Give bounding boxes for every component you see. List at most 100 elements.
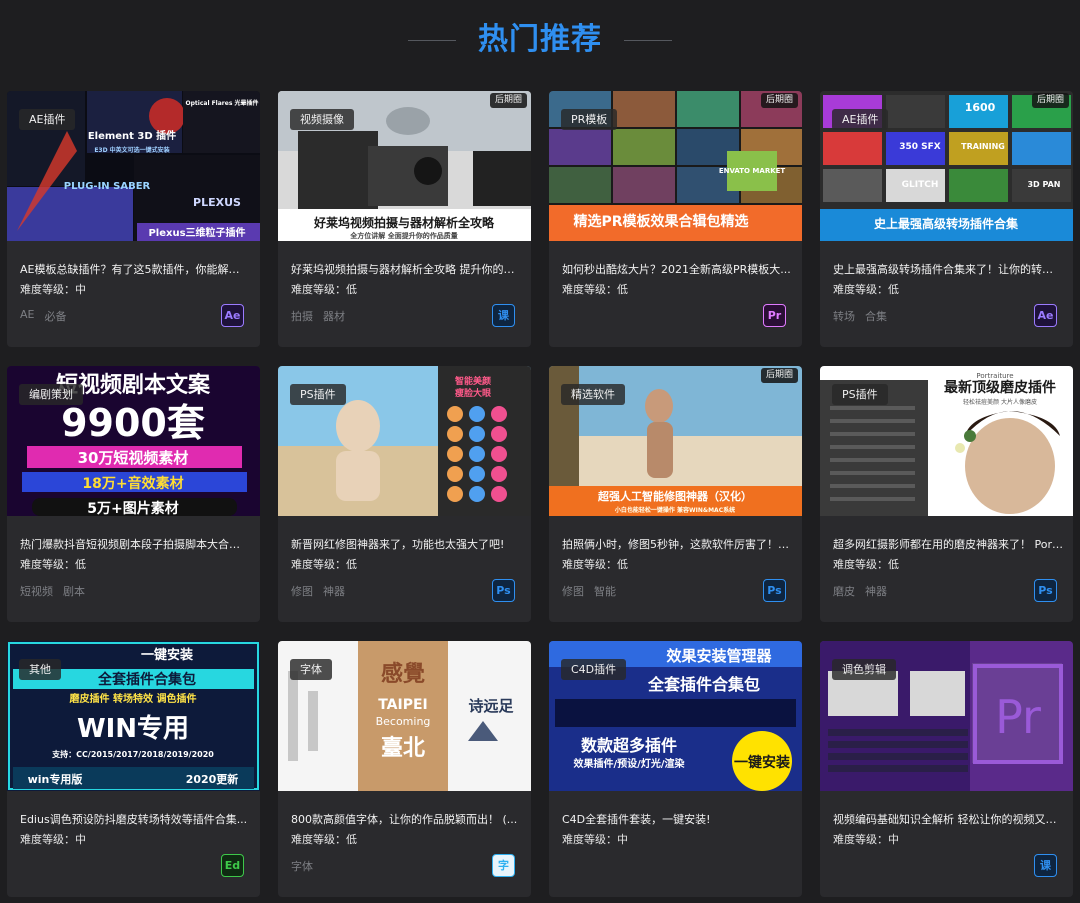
thumb-text: 30万短视频素材: [78, 449, 189, 467]
thumb-text: 好莱坞视频拍摄与器材解析全攻略: [313, 215, 495, 230]
photoshop-icon: Ps: [1034, 579, 1057, 602]
thumb-text: win专用版: [28, 772, 83, 786]
thumb-text: 感覺: [381, 661, 425, 687]
difficulty-level: 难度等级：中: [20, 831, 86, 847]
thumb-text: 一键安装: [734, 754, 791, 771]
thumb-text: TRAINING: [961, 142, 1005, 151]
difficulty-label: 难度等级：: [20, 283, 75, 296]
card-thumbnail[interactable]: 感覺 TAIPEI Becoming 臺北 诗远足 字体: [278, 641, 531, 791]
card-thumbnail[interactable]: 一键安装 全套插件合集包 磨皮插件 转场特效 调色插件 WIN专用 支持：CC/2015…: [7, 641, 260, 791]
font-icon: 字: [492, 854, 515, 877]
card-title[interactable]: AE模板总缺插件？有了这5款插件，你能解决9...: [20, 261, 250, 277]
category-tag: 其他: [19, 659, 61, 680]
card-thumbnail[interactable]: 短视频剧本文案 9900套 30万短视频素材 18万+音效素材 5万+图片素材 编剧策划: [7, 366, 260, 516]
difficulty-level: 难度等级：低: [291, 281, 357, 297]
tag-item[interactable]: 短视频: [20, 583, 53, 599]
thumb-text: 智能美颜: [455, 375, 491, 387]
card-thumbnail[interactable]: Portraiture 最新顶级磨皮插件 轻松祛痘美颜 大片人像磨皮 PS插件: [820, 366, 1073, 516]
thumb-text: 1600: [965, 101, 996, 114]
course-card[interactable]: Portraiture 最新顶级磨皮插件 轻松祛痘美颜 大片人像磨皮 PS插件超多网红…: [820, 366, 1073, 622]
difficulty-label: 难度等级：: [562, 833, 617, 846]
thumb-text: 5万+图片素材: [87, 500, 178, 516]
course-card[interactable]: 1600 350 SFX TRAINING GLITCH 3D PAN 史上最强高级转场插…: [820, 91, 1073, 347]
difficulty-value: 低: [617, 283, 628, 296]
thumb-text: 臺北: [381, 736, 425, 761]
card-tags: 字体: [291, 858, 313, 874]
card-title[interactable]: 好莱坞视频拍摄与器材解析全攻略 提升你的作...: [291, 261, 521, 277]
card-title[interactable]: 热门爆款抖音短视频剧本段子拍摄脚本大合集...: [20, 536, 250, 552]
tag-item[interactable]: 合集: [865, 308, 887, 324]
card-title[interactable]: 800款高颜值字体，让你的作品脱颖而出！ (...: [291, 811, 521, 827]
category-tag: AE插件: [832, 109, 889, 130]
course-card[interactable]: Pr 调色剪辑 视频编码基础知识全解析 轻松让你的视频又小... 难度等级：中课: [820, 641, 1073, 897]
header-divider-right: [624, 39, 672, 41]
card-title[interactable]: 拍照俩小时，修图5秒钟，这款软件厉害了！O...: [562, 536, 792, 552]
difficulty-label: 难度等级：: [562, 558, 617, 571]
source-badge: 后期圈: [760, 93, 798, 108]
card-title[interactable]: Edius调色预设防抖磨皮转场特效等插件合集...: [20, 811, 250, 827]
difficulty-value: 低: [346, 283, 357, 296]
category-tag: 视频摄像: [290, 109, 354, 130]
card-title[interactable]: 如何秒出酷炫大片？2021全新高级PR模板大...: [562, 261, 792, 277]
card-thumbnail[interactable]: 效果安装管理器 全套插件合集包 数款超多插件 一键安装 效果插件/预设/灯光/渲染 C4D…: [549, 641, 802, 791]
tag-item[interactable]: 修图: [291, 583, 313, 599]
course-card[interactable]: 智能美颜 瘦脸大眼 PS插件 新晋网红修图神器来了，功能也太强大了吧! 难度等级：低 修图…: [278, 366, 531, 622]
tag-item[interactable]: 磨皮: [833, 583, 855, 599]
tag-item[interactable]: 神器: [323, 583, 345, 599]
tag-item[interactable]: 拍摄: [291, 308, 313, 324]
difficulty-label: 难度等级：: [291, 283, 346, 296]
course-card[interactable]: 好莱坞视频拍摄与器材解析全攻略 全方位讲解 全面提升你的作品质量 视频摄像 后期圈 好莱…: [278, 91, 531, 347]
difficulty-label: 难度等级：: [291, 833, 346, 846]
card-title[interactable]: C4D全套插件套装，一键安装!: [562, 811, 792, 827]
thumb-text: 诗远足: [468, 697, 514, 715]
thumb-text: 18万+音效素材: [82, 475, 183, 492]
tag-item[interactable]: 字体: [291, 858, 313, 874]
card-thumbnail[interactable]: 好莱坞视频拍摄与器材解析全攻略 全方位讲解 全面提升你的作品质量 视频摄像 后期圈: [278, 91, 531, 241]
tag-item[interactable]: 修图: [562, 583, 584, 599]
tag-item[interactable]: 器材: [323, 308, 345, 324]
difficulty-label: 难度等级：: [833, 558, 888, 571]
card-thumbnail[interactable]: Pr 调色剪辑: [820, 641, 1073, 791]
recommend-grid: Element 3D 插件 E3D 中英文可选一键式安装 PLUG-IN SABER…: [7, 91, 1073, 897]
course-card[interactable]: 超强人工智能修图神器（汉化） 小白也能轻松一键操作 兼容WIN&MAC系统 精选软件…: [549, 366, 802, 622]
card-title[interactable]: 超多网红摄影师都在用的磨皮神器来了！ Port...: [833, 536, 1063, 552]
header-divider-left: [408, 39, 456, 41]
tag-item[interactable]: 智能: [594, 583, 616, 599]
card-thumbnail[interactable]: ENVATO MARKET 精选PR模板效果合辑包精选 PR模板 后期圈: [549, 91, 802, 241]
card-thumbnail[interactable]: 智能美颜 瘦脸大眼 PS插件: [278, 366, 531, 516]
tag-item[interactable]: AE: [20, 308, 34, 324]
course-card[interactable]: Element 3D 插件 E3D 中英文可选一键式安装 PLUG-IN SABER…: [7, 91, 260, 347]
tag-item[interactable]: 必备: [44, 308, 66, 324]
difficulty-label: 难度等级：: [562, 283, 617, 296]
thumb-text: 全方位讲解 全面提升你的作品质量: [349, 231, 457, 240]
difficulty-value: 低: [75, 558, 86, 571]
card-tags: 转场 合集: [833, 308, 887, 324]
tag-item[interactable]: 神器: [865, 583, 887, 599]
difficulty-level: 难度等级：中: [833, 831, 899, 847]
thumb-text: 最新顶级磨皮插件: [944, 379, 1056, 396]
card-thumbnail[interactable]: Element 3D 插件 E3D 中英文可选一键式安装 PLUG-IN SABER…: [7, 91, 260, 241]
card-title[interactable]: 史上最强高级转场插件合集来了！让你的转场...: [833, 261, 1063, 277]
card-thumbnail[interactable]: 超强人工智能修图神器（汉化） 小白也能轻松一键操作 兼容WIN&MAC系统 精选软件…: [549, 366, 802, 516]
difficulty-value: 中: [75, 833, 86, 846]
course-card[interactable]: ENVATO MARKET 精选PR模板效果合辑包精选 PR模板 后期圈 如何秒出酷炫大…: [549, 91, 802, 347]
thumb-text: 3D PAN: [1027, 180, 1060, 189]
course-card[interactable]: 感覺 TAIPEI Becoming 臺北 诗远足 字体 800款高颜值字体，让你的作品脱颖…: [278, 641, 531, 897]
thumb-text: 2020更新: [186, 772, 239, 786]
after-effects-icon: Ae: [1034, 304, 1057, 327]
thumb-text: 效果插件/预设/灯光/渲染: [574, 757, 686, 770]
thumb-text: Plexus三维粒子插件: [148, 226, 245, 239]
course-card[interactable]: 短视频剧本文案 9900套 30万短视频素材 18万+音效素材 5万+图片素材 编剧策划热…: [7, 366, 260, 622]
card-title[interactable]: 视频编码基础知识全解析 轻松让你的视频又小...: [833, 811, 1063, 827]
thumb-text: 一键安装: [141, 647, 193, 663]
thumb-text: Optical Flares 光晕插件: [186, 99, 259, 107]
card-title[interactable]: 新晋网红修图神器来了，功能也太强大了吧!: [291, 536, 521, 552]
difficulty-label: 难度等级：: [20, 558, 75, 571]
difficulty-level: 难度等级：低: [562, 556, 628, 572]
category-tag: PR模板: [561, 109, 618, 130]
tag-item[interactable]: 转场: [833, 308, 855, 324]
course-card[interactable]: 效果安装管理器 全套插件合集包 数款超多插件 一键安装 效果插件/预设/灯光/渲染 C4D…: [549, 641, 802, 897]
card-thumbnail[interactable]: 1600 350 SFX TRAINING GLITCH 3D PAN 史上最强高级转场插…: [820, 91, 1073, 241]
tag-item[interactable]: 剧本: [63, 583, 85, 599]
course-card[interactable]: 一键安装 全套插件合集包 磨皮插件 转场特效 调色插件 WIN专用 支持：CC/2015…: [7, 641, 260, 897]
